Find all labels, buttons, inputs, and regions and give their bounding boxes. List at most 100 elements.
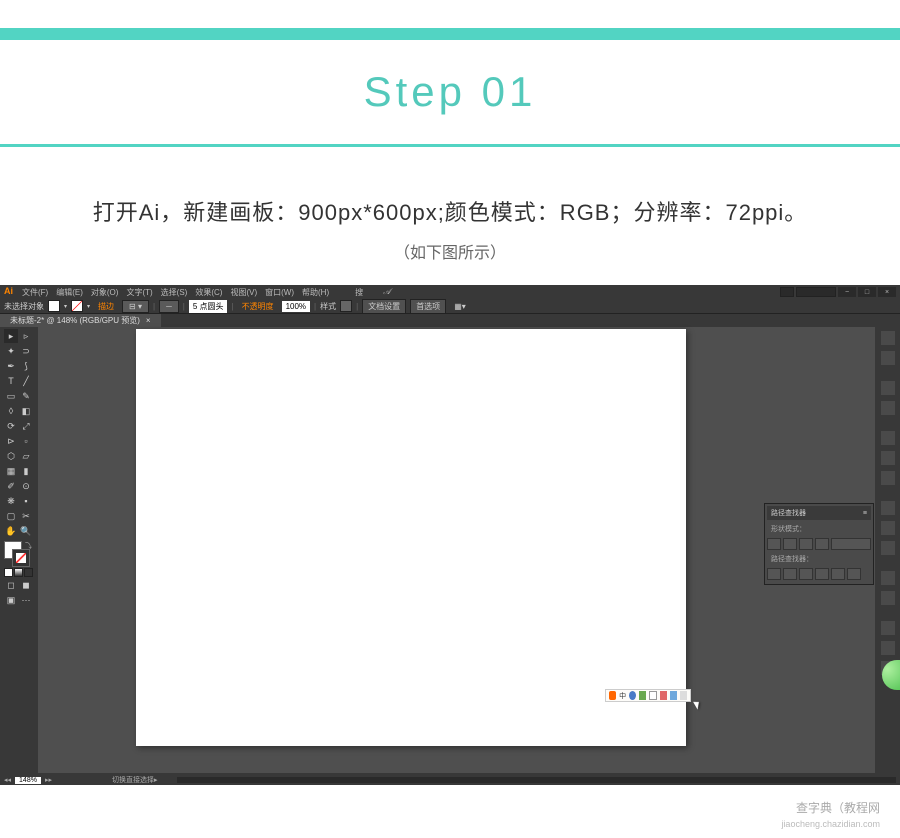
menu-window[interactable]: 窗口(W): [265, 287, 294, 298]
ime-refresh-icon[interactable]: [639, 691, 646, 700]
mesh-tool[interactable]: ▦: [4, 464, 18, 478]
free-transform-tool[interactable]: ▫: [19, 434, 33, 448]
fill-swatch[interactable]: [48, 300, 60, 312]
artboard-tool[interactable]: ▢: [4, 509, 18, 523]
window-minimize[interactable]: −: [838, 287, 856, 297]
menu-help[interactable]: 帮助(H): [302, 287, 329, 298]
rotate-tool[interactable]: ⟳: [4, 419, 18, 433]
ime-moon-icon[interactable]: [629, 691, 636, 700]
preferences-button[interactable]: 首选项: [410, 299, 446, 314]
opacity-label[interactable]: 不透明度: [238, 301, 278, 312]
brush-def[interactable]: 5 点圆头: [189, 300, 228, 313]
divide-button[interactable]: [767, 568, 781, 580]
scale-tool[interactable]: ⤢: [19, 419, 33, 433]
fill-stroke-indicator[interactable]: ⤵: [4, 541, 34, 567]
ime-skin-icon[interactable]: [670, 691, 677, 700]
stroke-dropdown-icon[interactable]: ▾: [87, 303, 90, 310]
stroke-label[interactable]: 描边: [94, 301, 118, 312]
gradient-tool[interactable]: ▮: [19, 464, 33, 478]
shaper-tool[interactable]: ◊: [4, 404, 18, 418]
color-mode-icon[interactable]: [4, 568, 13, 577]
graphic-styles-panel-icon[interactable]: [881, 591, 895, 605]
ime-logo-icon[interactable]: [609, 691, 616, 700]
expand-button[interactable]: [831, 538, 871, 550]
minus-front-button[interactable]: [783, 538, 797, 550]
ime-person-icon[interactable]: [660, 691, 667, 700]
shape-builder-tool[interactable]: ⬡: [4, 449, 18, 463]
window-close[interactable]: ×: [878, 287, 896, 297]
status-dropdown-icon[interactable]: ▸: [154, 776, 158, 784]
curvature-tool[interactable]: ⟆: [19, 359, 33, 373]
workspace-switcher[interactable]: [780, 287, 794, 297]
menu-file[interactable]: 文件(F): [22, 287, 48, 298]
ime-settings-icon[interactable]: [680, 691, 687, 700]
menu-edit[interactable]: 编辑(E): [56, 287, 83, 298]
opacity-value[interactable]: 100%: [282, 301, 310, 312]
trim-button[interactable]: [783, 568, 797, 580]
rectangle-tool[interactable]: ▭: [4, 389, 18, 403]
stroke-width-profile[interactable]: ─: [159, 300, 179, 313]
stroke-panel-icon[interactable]: [881, 501, 895, 515]
color-panel-icon[interactable]: [881, 381, 895, 395]
brush-icon[interactable]: 𝒜: [383, 287, 391, 297]
symbols-panel-icon[interactable]: [881, 471, 895, 485]
graph-tool[interactable]: ▪: [19, 494, 33, 508]
transparency-panel-icon[interactable]: [881, 541, 895, 555]
menu-search[interactable]: 搜: [355, 287, 363, 298]
intersect-button[interactable]: [799, 538, 813, 550]
crop-button[interactable]: [815, 568, 829, 580]
panel-menu-icon[interactable]: ≡: [863, 510, 867, 517]
libraries-panel-icon[interactable]: [881, 351, 895, 365]
stroke-indicator[interactable]: [12, 549, 30, 567]
tab-close-icon[interactable]: ×: [146, 316, 151, 325]
width-tool[interactable]: ⊳: [4, 434, 18, 448]
slice-tool[interactable]: ✂: [19, 509, 33, 523]
swatches-panel-icon[interactable]: [881, 431, 895, 445]
properties-panel-icon[interactable]: [881, 331, 895, 345]
merge-button[interactable]: [799, 568, 813, 580]
fill-dropdown-icon[interactable]: ▾: [64, 303, 67, 310]
asset-export-panel-icon[interactable]: [881, 641, 895, 655]
type-tool[interactable]: T: [4, 374, 18, 388]
screen-mode[interactable]: ▣: [4, 593, 18, 607]
paintbrush-tool[interactable]: ✎: [19, 389, 33, 403]
menu-view[interactable]: 视图(V): [230, 287, 257, 298]
color-guide-panel-icon[interactable]: [881, 401, 895, 415]
nav-next-icon[interactable]: ▸▸: [45, 776, 52, 784]
selection-tool[interactable]: ▸: [4, 329, 18, 343]
document-tab-active[interactable]: 未标题-2* @ 148% (RGB/GPU 预览) ×: [0, 314, 161, 327]
appearance-panel-icon[interactable]: [881, 571, 895, 585]
stroke-swatch[interactable]: [71, 300, 83, 312]
lasso-tool[interactable]: ⊃: [19, 344, 33, 358]
none-mode-icon[interactable]: [24, 568, 33, 577]
magic-wand-tool[interactable]: ✦: [4, 344, 18, 358]
stroke-weight[interactable]: ⊟ ▾: [122, 300, 149, 313]
doc-setup-button[interactable]: 文档设置: [362, 299, 406, 314]
align-icon[interactable]: ▦▾: [454, 302, 466, 311]
ime-keyboard-icon[interactable]: [649, 691, 657, 700]
nav-prev-icon[interactable]: ◂◂: [4, 776, 11, 784]
menu-select[interactable]: 选择(S): [161, 287, 188, 298]
draw-mode-normal[interactable]: ◻: [4, 578, 18, 592]
horizontal-scrollbar[interactable]: [177, 777, 896, 783]
blend-tool[interactable]: ⊙: [19, 479, 33, 493]
style-swatch[interactable]: [340, 300, 352, 312]
eyedropper-tool[interactable]: ✐: [4, 479, 18, 493]
swap-fill-stroke-icon[interactable]: ⤵: [25, 541, 32, 551]
hand-tool[interactable]: ✋: [4, 524, 18, 538]
layers-panel-icon[interactable]: [881, 621, 895, 635]
draw-mode-behind[interactable]: ◼: [19, 578, 33, 592]
perspective-tool[interactable]: ▱: [19, 449, 33, 463]
floating-green-badge[interactable]: [882, 660, 900, 690]
minus-back-button[interactable]: [847, 568, 861, 580]
direct-selection-tool[interactable]: ▹: [19, 329, 33, 343]
unite-button[interactable]: [767, 538, 781, 550]
outline-button[interactable]: [831, 568, 845, 580]
gradient-panel-icon[interactable]: [881, 521, 895, 535]
menu-effect[interactable]: 效果(C): [195, 287, 222, 298]
eraser-tool[interactable]: ◧: [19, 404, 33, 418]
pathfinder-panel[interactable]: 路径查找器 ≡ 形状模式： 路径查找器：: [764, 503, 874, 585]
menu-type[interactable]: 文字(T): [126, 287, 152, 298]
exclude-button[interactable]: [815, 538, 829, 550]
ime-mode-text[interactable]: 中: [619, 691, 626, 701]
